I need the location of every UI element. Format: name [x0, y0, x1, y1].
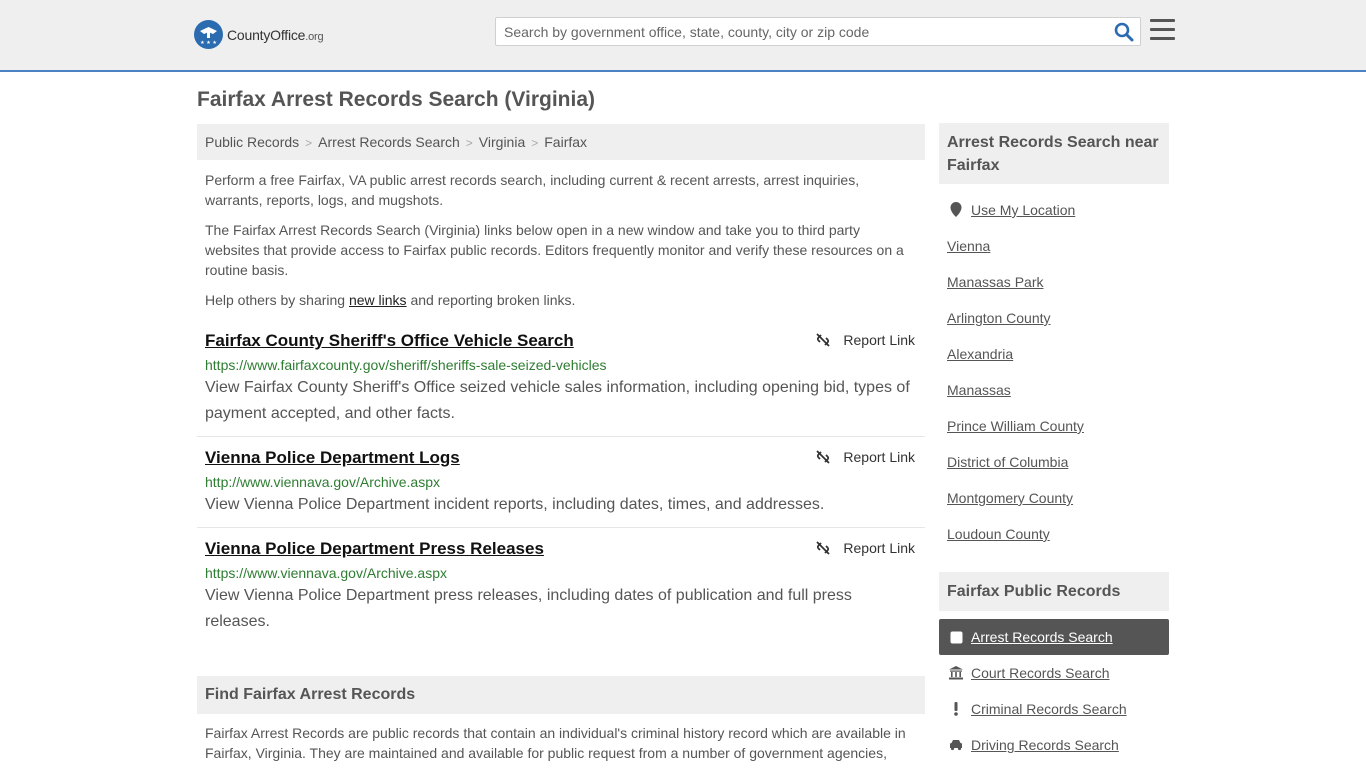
result-url[interactable]: https://www.fairfaxcounty.gov/sheriff/sh… [205, 357, 607, 373]
page-title: Fairfax Arrest Records Search (Virginia) [197, 88, 595, 111]
square-icon [949, 630, 963, 644]
result-item: Vienna Police Department Press Releases … [197, 538, 925, 638]
intro-paragraph: Perform a free Fairfax, VA public arrest… [205, 172, 860, 208]
result-description: View Vienna Police Department incident r… [205, 496, 825, 513]
sidebar-heading-records: Fairfax Public Records [939, 572, 1169, 611]
breadcrumb: Public Records > Arrest Records Search > Vir… [197, 124, 925, 160]
result-item: Fairfax County Sheriff's Office Vehicle … [197, 330, 925, 435]
section-heading: Find Fairfax Arrest Records [197, 676, 925, 714]
courthouse-icon [949, 666, 963, 680]
report-link-button[interactable]: Report Link [815, 449, 915, 465]
near-link[interactable]: Manassas Park [947, 274, 1043, 290]
result-url[interactable]: http://www.viennava.gov/Archive.aspx [205, 474, 440, 490]
result-title-link[interactable]: Fairfax County Sheriff's Office Vehicle … [205, 331, 574, 351]
result-description: View Fairfax County Sheriff's Office sei… [205, 379, 910, 422]
use-my-location-link[interactable]: Use My Location [971, 202, 1075, 218]
near-link[interactable]: District of Columbia [947, 454, 1068, 470]
broken-link-icon [816, 333, 831, 347]
report-link-button[interactable]: Report Link [815, 540, 915, 556]
chevron-right-icon: > [465, 136, 473, 150]
chevron-right-icon: > [305, 136, 313, 150]
sidebar-item-court-records[interactable]: Court Records Search [939, 655, 1169, 691]
sidebar-item-driving-records[interactable]: Driving Records Search [939, 727, 1169, 763]
near-link[interactable]: Prince William County [947, 418, 1084, 434]
breadcrumb-item[interactable]: Public Records [205, 134, 299, 150]
svg-text:★ ★ ★: ★ ★ ★ [200, 40, 217, 46]
result-description: View Vienna Police Department press rele… [205, 587, 852, 630]
car-icon [949, 738, 963, 752]
site-header: ★ ★ ★ CountyOffice.org [0, 0, 1366, 72]
report-link-button[interactable]: Report Link [815, 332, 915, 348]
search-icon[interactable] [1114, 22, 1134, 42]
result-item: Vienna Police Department Logs Report Lin… [197, 447, 925, 527]
site-logo[interactable]: ★ ★ ★ CountyOffice.org [194, 20, 324, 49]
near-link[interactable]: Manassas [947, 382, 1011, 398]
seal-icon: ★ ★ ★ [194, 20, 223, 49]
search-bar [495, 17, 1141, 46]
divider [197, 436, 925, 437]
new-links-link[interactable]: new links [349, 292, 407, 308]
broken-link-icon [816, 450, 831, 464]
exclamation-icon [949, 702, 963, 716]
result-title-link[interactable]: Vienna Police Department Press Releases [205, 539, 544, 559]
near-link[interactable]: Loudoun County [947, 526, 1050, 542]
result-title-link[interactable]: Vienna Police Department Logs [205, 448, 460, 468]
intro-paragraph: Help others by sharing new links and rep… [205, 292, 576, 308]
find-paragraph: Fairfax Arrest Records are public record… [205, 725, 906, 761]
sidebar-heading-near: Arrest Records Search near Fairfax [939, 123, 1169, 184]
location-pin-icon [949, 202, 963, 218]
breadcrumb-item[interactable]: Fairfax [544, 134, 587, 150]
broken-link-icon [816, 541, 831, 555]
near-link[interactable]: Arlington County [947, 310, 1051, 326]
logo-text: CountyOffice.org [227, 26, 324, 43]
result-url[interactable]: https://www.viennava.gov/Archive.aspx [205, 565, 447, 581]
divider [197, 527, 925, 528]
near-link[interactable]: Montgomery County [947, 490, 1073, 506]
sidebar-item-criminal-records[interactable]: Criminal Records Search [939, 691, 1169, 727]
breadcrumb-item[interactable]: Virginia [479, 134, 525, 150]
near-link[interactable]: Alexandria [947, 346, 1013, 362]
search-input[interactable] [504, 23, 1104, 41]
sidebar-item-arrest-records[interactable]: Arrest Records Search [939, 619, 1169, 655]
hamburger-menu-icon[interactable] [1150, 19, 1175, 41]
intro-paragraph: The Fairfax Arrest Records Search (Virgi… [205, 222, 904, 278]
breadcrumb-item[interactable]: Arrest Records Search [318, 134, 460, 150]
near-link[interactable]: Vienna [947, 238, 990, 254]
chevron-right-icon: > [531, 136, 539, 150]
